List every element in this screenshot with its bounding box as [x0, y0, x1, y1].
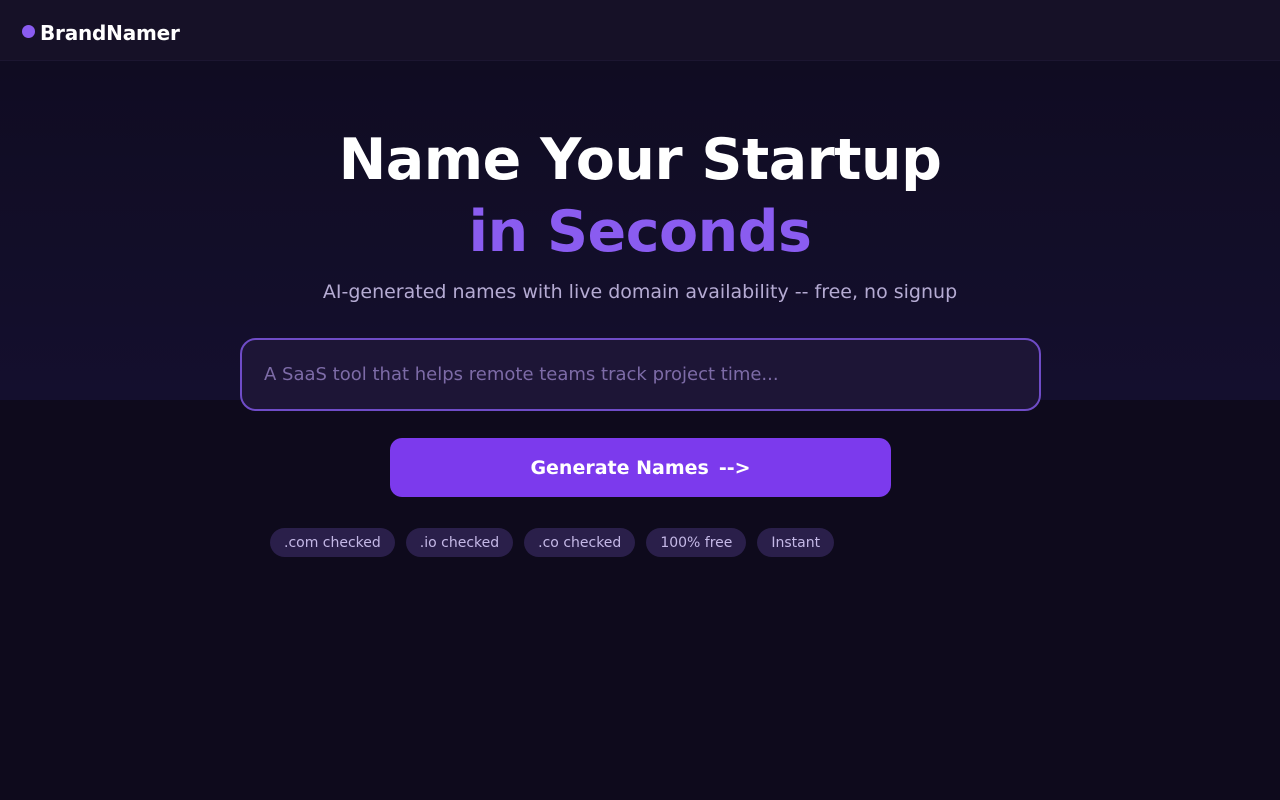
description-input[interactable]	[264, 364, 1039, 385]
feature-tag-io: .io checked	[405, 528, 514, 557]
hero-title-line1: Name Your Startup	[338, 127, 942, 193]
hexagon-logo-icon	[22, 24, 35, 38]
description-input-wrapper[interactable]	[240, 338, 1041, 411]
hero-subtitle: AI-generated names with live domain avai…	[322, 281, 958, 303]
generate-names-label: Generate Names	[530, 456, 709, 479]
hero-title-line2: in Seconds	[468, 199, 812, 265]
feature-tags: .com checked .io checked .co checked 100…	[270, 528, 835, 557]
brand-name: BrandNamer	[40, 21, 180, 45]
feature-tag-com: .com checked	[270, 528, 395, 557]
brand-logo[interactable]: BrandNamer	[22, 19, 180, 47]
feature-tag-free: 100% free	[646, 528, 747, 557]
arrow-right-icon: -->	[718, 456, 751, 479]
top-nav: BrandNamer	[0, 0, 1280, 61]
generate-names-button[interactable]: Generate Names -->	[390, 438, 891, 497]
feature-tag-co: .co checked	[524, 528, 636, 557]
feature-tag-instant: Instant	[757, 528, 835, 557]
